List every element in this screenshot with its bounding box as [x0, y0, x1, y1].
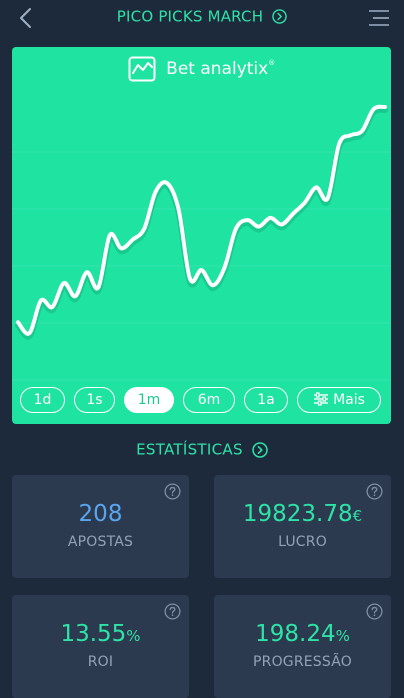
stat-card-progression: 198.24% PROGRESSÃO — [214, 595, 391, 698]
range-1a-button[interactable]: 1a — [244, 387, 288, 413]
question-circle-icon[interactable] — [366, 603, 383, 620]
chevron-circle-right-icon — [252, 441, 268, 458]
brand-name: Bet analytix — [166, 59, 269, 79]
stat-value: 198.24% — [255, 621, 350, 647]
stat-label: ROI — [87, 654, 114, 670]
range-1m-button[interactable]: 1m — [124, 387, 174, 413]
top-bar: PICO PICKS MARCH — [0, 0, 404, 38]
hamburger-menu-icon[interactable] — [368, 9, 390, 27]
chart-card: Bet analytix® 1d 1s 1m 6m 1a Mais — [12, 47, 391, 424]
statistics-header[interactable]: ESTATÍSTICAS — [0, 440, 404, 459]
stat-label: PROGRESSÃO — [253, 654, 352, 670]
more-button-label: Mais — [333, 392, 365, 408]
brand-logo: Bet analytix® — [12, 56, 391, 82]
statistics-title: ESTATÍSTICAS — [136, 440, 243, 459]
balance-line-chart — [12, 104, 391, 381]
more-button[interactable]: Mais — [297, 387, 381, 413]
series-line-shadow — [15, 106, 388, 340]
chevron-circle-right-icon — [272, 9, 287, 24]
line-chart-box-icon — [128, 56, 156, 82]
stat-label: LUCRO — [278, 534, 327, 550]
sliders-icon — [314, 391, 329, 406]
range-1s-button[interactable]: 1s — [74, 387, 115, 413]
question-circle-icon[interactable] — [164, 483, 181, 500]
registered-mark: ® — [268, 59, 276, 67]
question-circle-icon[interactable] — [164, 603, 181, 620]
stat-card-bets: 208 APOSTAS — [12, 475, 189, 578]
range-1d-button[interactable]: 1d — [20, 387, 65, 413]
stat-card-roi: 13.55% ROI — [12, 595, 189, 698]
stat-card-profit: 19823.78€ LUCRO — [214, 475, 391, 578]
range-6m-button[interactable]: 6m — [183, 387, 235, 413]
stat-value: 19823.78€ — [242, 501, 363, 527]
question-circle-icon[interactable] — [366, 483, 383, 500]
stat-value: 13.55% — [60, 621, 141, 647]
portfolio-title[interactable]: PICO PICKS MARCH — [0, 7, 404, 26]
stat-value: 208 — [78, 501, 123, 527]
stat-label: APOSTAS — [67, 534, 134, 550]
page-title: PICO PICKS MARCH — [116, 7, 264, 26]
